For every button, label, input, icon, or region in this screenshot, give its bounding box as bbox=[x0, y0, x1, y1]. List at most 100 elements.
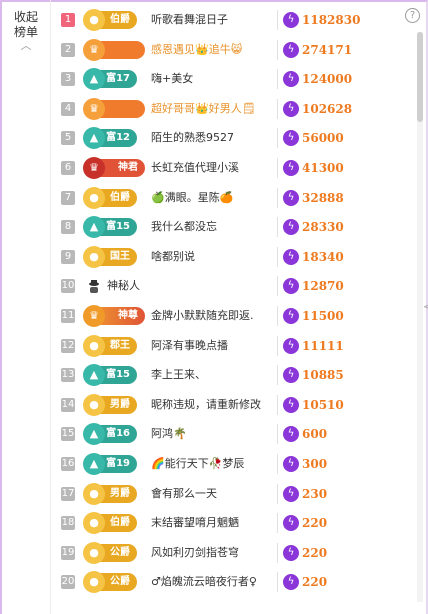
contribution-score: 11111 bbox=[302, 338, 344, 353]
rank-number: 4 bbox=[61, 101, 75, 116]
rank-number: 16 bbox=[61, 457, 75, 471]
level-badge: ▲ 富15 bbox=[83, 216, 137, 239]
badge-emblem-icon: ● bbox=[83, 245, 105, 268]
table-row[interactable]: 7 ● 伯爵 🍏满眼。星陈🍊 ϟ 32888 bbox=[55, 186, 415, 210]
divider bbox=[277, 69, 278, 90]
user-name: 金牌小默默随充即返. bbox=[151, 309, 254, 322]
contribution-score: 220 bbox=[302, 516, 328, 531]
divider bbox=[277, 158, 278, 178]
lightning-icon: ϟ bbox=[283, 12, 299, 28]
table-row[interactable]: 12 ● 郡王 阿泽有事晚点播 ϟ 11111 bbox=[55, 334, 415, 358]
user-name: 听歌看舞混日子 bbox=[151, 13, 228, 26]
level-badge: ● 伯爵 bbox=[83, 186, 137, 209]
rank-number: 19 bbox=[61, 545, 75, 560]
divider bbox=[277, 187, 278, 208]
chevron-up-icon: ︿ bbox=[20, 39, 32, 52]
badge-emblem-icon: ▲ bbox=[83, 423, 105, 446]
table-row[interactable]: 8 ▲ 富15 我什么都没忘 ϟ 28330 bbox=[55, 215, 415, 239]
user-name: 會有那么一天 bbox=[151, 486, 217, 500]
badge-label: 富17 bbox=[106, 73, 130, 85]
user-name: 长虹充值代理小溪 bbox=[151, 161, 239, 174]
table-row[interactable]: 6 ♛ 神君 长虹充值代理小溪 ϟ 41300 bbox=[55, 156, 415, 180]
lightning-icon: ϟ bbox=[283, 426, 299, 443]
lightning-icon: ϟ bbox=[283, 485, 299, 502]
badge-emblem-icon: ♛ bbox=[83, 38, 105, 61]
badge-emblem-icon: ● bbox=[83, 571, 105, 594]
table-row[interactable]: 11 ♛ 神尊 金牌小默默随充即返. ϟ 11500 bbox=[55, 304, 415, 328]
table-row[interactable]: 20 ● 公爵 ♂焰魄流云暗夜行者♀ ϟ 220 bbox=[55, 570, 415, 594]
lightning-icon: ϟ bbox=[283, 278, 299, 295]
badge-emblem-icon: ● bbox=[83, 512, 105, 535]
badge-emblem-icon: ● bbox=[83, 541, 105, 564]
badge-label: 富19 bbox=[106, 458, 130, 469]
contribution-score: 12870 bbox=[302, 279, 344, 294]
table-row[interactable]: 13 ▲ 富15 李上王来、 ϟ 10885 bbox=[55, 363, 415, 387]
contribution-score: 10510 bbox=[302, 397, 344, 412]
lightning-icon: ϟ bbox=[283, 337, 299, 354]
table-row[interactable]: 15 ▲ 富16 阿鸿🌴 ϟ 600 bbox=[55, 422, 415, 446]
table-row[interactable]: 9 ● 国王 啥都别说 ϟ 18340 bbox=[55, 245, 415, 269]
sidebar: 收起 榜单 ︿ bbox=[0, 0, 51, 614]
table-row[interactable]: 4 ♛ 超好哥哥👑好男人🗒 ϟ 102628 bbox=[55, 97, 415, 121]
lightning-icon: ϟ bbox=[283, 248, 299, 265]
rank-number: 6 bbox=[61, 161, 75, 175]
user-name: 阿泽有事晚点播 bbox=[151, 338, 228, 352]
badge-label: 伯爵 bbox=[110, 191, 130, 203]
contribution-score: 220 bbox=[302, 575, 328, 590]
table-row[interactable]: 2 ♛ 感恩遇见👑追牛😸 ϟ 274171 bbox=[55, 38, 415, 62]
divider bbox=[277, 365, 278, 386]
lightning-icon: ϟ bbox=[283, 219, 299, 236]
divider bbox=[277, 39, 278, 60]
badge-emblem-icon: ▲ bbox=[83, 127, 105, 150]
divider bbox=[277, 10, 278, 30]
level-badge: ▲ 富17 bbox=[83, 68, 137, 91]
table-row[interactable]: 14 ● 男爵 昵称违规，请重新修改 ϟ 10510 bbox=[55, 393, 415, 417]
badge-label: 富16 bbox=[106, 428, 130, 440]
user-name: 末结審望唷月魍魉 bbox=[151, 516, 239, 530]
contribution-score: 56000 bbox=[302, 131, 344, 146]
user-name: 李上王来、 bbox=[151, 368, 206, 382]
level-badge: ● 公爵 bbox=[83, 541, 137, 564]
user-name: 🌈能行天下🥀梦辰 bbox=[151, 457, 245, 470]
lightning-icon: ϟ bbox=[283, 367, 299, 384]
rank-number: 17 bbox=[61, 486, 75, 501]
table-row[interactable]: 1 ● 伯爵 听歌看舞混日子 ϟ 1182830 bbox=[55, 8, 415, 32]
table-row[interactable]: 10 神秘人 ϟ 12870 bbox=[55, 274, 415, 298]
user-name: 阿鸿🌴 bbox=[151, 427, 187, 441]
lightning-icon: ϟ bbox=[283, 308, 299, 324]
badge-emblem-icon: ● bbox=[83, 393, 105, 416]
divider bbox=[277, 483, 278, 504]
badge-emblem-icon: ▲ bbox=[83, 68, 105, 91]
collapse-leaderboard-button[interactable]: 收起 榜单 ︿ bbox=[10, 10, 42, 51]
rank-number: 11 bbox=[61, 309, 75, 323]
divider bbox=[277, 424, 278, 445]
level-badge: ● 国王 bbox=[83, 245, 137, 268]
lightning-icon: ϟ bbox=[283, 41, 299, 58]
rank-number: 8 bbox=[61, 220, 75, 235]
scrollbar[interactable] bbox=[417, 32, 423, 602]
lightning-icon: ϟ bbox=[283, 396, 299, 413]
level-badge: ♛ bbox=[83, 97, 145, 120]
badge-label: 伯爵 bbox=[110, 517, 130, 529]
table-row[interactable]: 5 ▲ 富12 陌生的熟悉9527 ϟ 56000 bbox=[55, 126, 415, 150]
table-row[interactable]: 18 ● 伯爵 末结審望唷月魍魉 ϟ 220 bbox=[55, 511, 415, 535]
table-row[interactable]: 17 ● 男爵 會有那么一天 ϟ 230 bbox=[55, 482, 415, 506]
contribution-score: 41300 bbox=[302, 161, 344, 175]
user-name: 神秘人 bbox=[107, 279, 140, 293]
table-row[interactable]: 19 ● 公爵 风如利刃剑指苍穹 ϟ 220 bbox=[55, 541, 415, 565]
table-row[interactable]: 16 ▲ 富19 🌈能行天下🥀梦辰 ϟ 300 bbox=[55, 452, 415, 476]
table-row[interactable]: 3 ▲ 富17 嗨+美女 ϟ 124000 bbox=[55, 67, 415, 91]
level-badge: ▲ 富12 bbox=[83, 127, 137, 150]
rank-number: 18 bbox=[61, 516, 75, 531]
lightning-icon: ϟ bbox=[283, 100, 299, 117]
badge-emblem-icon: ♛ bbox=[83, 157, 105, 179]
contribution-score: 102628 bbox=[302, 101, 353, 116]
badge-label: 伯爵 bbox=[110, 14, 130, 25]
badge-emblem-icon: ▲ bbox=[83, 216, 105, 239]
expand-arrow-icon[interactable]: < bbox=[423, 300, 428, 313]
contribution-score: 10885 bbox=[302, 368, 344, 383]
scrollbar-thumb[interactable] bbox=[417, 32, 423, 122]
rank-number: 2 bbox=[61, 42, 75, 57]
badge-label: 公爵 bbox=[110, 546, 130, 558]
level-badge: ♛ bbox=[83, 38, 145, 61]
